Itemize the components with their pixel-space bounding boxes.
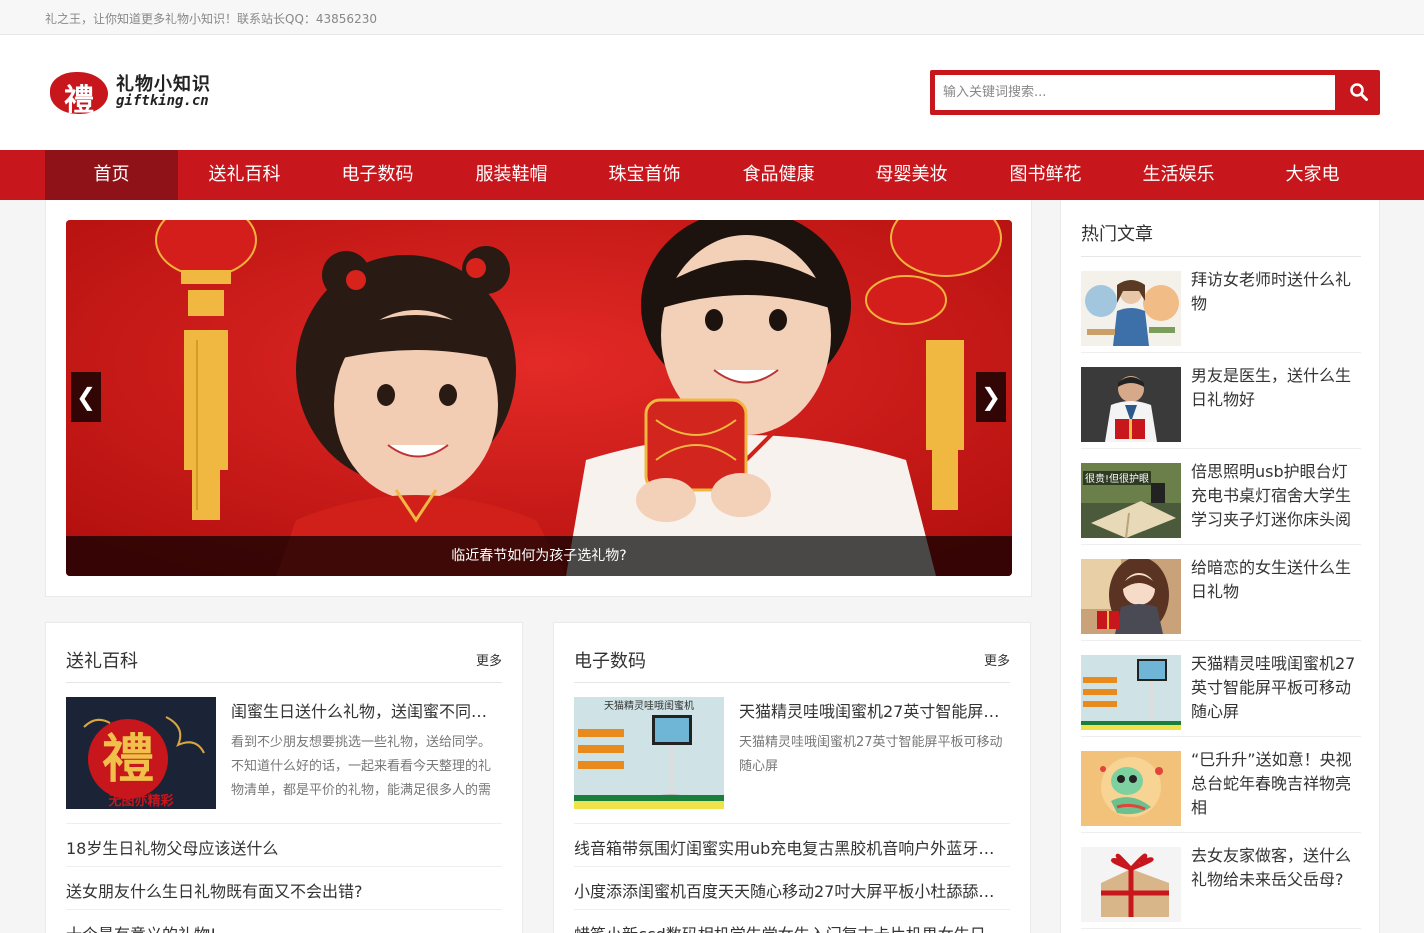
list-item[interactable]: 线音箱带氛围灯闺蜜实用ub充电复古黑胶机音响户外蓝牙连接 <box>574 835 1010 859</box>
nav-item-electronics[interactable]: 电子数码 <box>311 150 444 200</box>
list-item[interactable]: 十个最有意义的礼物! <box>66 921 502 933</box>
hot-article-thumbnail[interactable] <box>1081 847 1181 922</box>
slide-caption[interactable]: 临近春节如何为孩子选礼物? <box>66 536 1012 576</box>
placeholder-text: 无图亦精彩 <box>107 793 173 809</box>
placeholder-seal-char: 禮 <box>102 729 154 790</box>
divider <box>574 682 1010 683</box>
sidebar-hot-articles: 热门文章 拜访女老师时送什么礼物 男友是医生，送什么生日礼物好 很贵!但很护眼 … <box>1060 200 1380 933</box>
hot-article-thumbnail[interactable] <box>1081 751 1181 826</box>
slide-banner[interactable]: ❮ ❯ 临近春节如何为孩子选礼物? <box>66 220 1012 576</box>
hot-article-thumbnail[interactable] <box>1081 559 1181 634</box>
nav-item-gift-wiki[interactable]: 送礼百科 <box>178 150 311 200</box>
hot-article-item[interactable]: 很贵!但很护眼 倍思照明usb护眼台灯充电书桌灯宿舍大学生学习夹子灯迷你床头阅读… <box>1081 449 1361 545</box>
search-box <box>930 70 1380 115</box>
panel-title: 送礼百科 <box>66 651 138 672</box>
search-button[interactable] <box>1340 75 1378 110</box>
list-item[interactable]: 小度添添闺蜜机百度天天随心移动27吋大屏平板小杜舔舔电视 <box>574 878 1010 902</box>
sidebar-title: 热门文章 <box>1081 224 1153 245</box>
slide-image <box>66 220 1012 576</box>
main-nav: 首页 送礼百科 电子数码 服装鞋帽 珠宝首饰 食品健康 母婴美妆 图书鲜花 生活… <box>0 150 1424 200</box>
hot-article-item[interactable]: “巳升升”送如意！央视总台蛇年春晚吉祥物亮相 <box>1081 737 1361 833</box>
hot-article-title[interactable]: 给暗恋的女生送什么生日礼物 <box>1191 556 1361 604</box>
hot-article-thumbnail[interactable]: 很贵!但很护眼 <box>1081 463 1181 538</box>
nav-item-apparel[interactable]: 服装鞋帽 <box>445 150 578 200</box>
hot-article-title[interactable]: 天猫精灵哇哦闺蜜机27英寸智能屏平板可移动随心屏 <box>1191 652 1361 724</box>
nav-item-jewelry[interactable]: 珠宝首饰 <box>578 150 711 200</box>
featured-title[interactable]: 闺蜜生日送什么礼物，送闺蜜不同价位的礼物清单 <box>231 698 496 722</box>
divider <box>66 866 502 867</box>
nav-item-books-flowers[interactable]: 图书鲜花 <box>979 150 1112 200</box>
nav-item-food-health[interactable]: 食品健康 <box>712 150 845 200</box>
featured-placeholder-image: 禮 无图亦精彩 <box>66 697 216 809</box>
hot-article-item[interactable]: 给暗恋的女生送什么生日礼物 <box>1081 545 1361 641</box>
divider <box>66 682 502 683</box>
hot-article-thumbnail[interactable] <box>1081 271 1181 346</box>
hot-article-title[interactable]: 男友是医生，送什么生日礼物好 <box>1191 364 1361 412</box>
hot-article-title[interactable]: 拜访女老师时送什么礼物 <box>1191 268 1361 316</box>
nav-item-appliances[interactable]: 大家电 <box>1246 150 1379 200</box>
list-item[interactable]: 蜡笔小新ccd数码相机学生党女生入门复古卡片机男女生日礼物 <box>574 921 1010 933</box>
featured-thumbnail[interactable]: 天猫精灵哇哦闺蜜机 <box>574 697 724 809</box>
hot-article-item[interactable]: 天猫精灵哇哦闺蜜机27英寸智能屏平板可移动随心屏 <box>1081 641 1361 737</box>
logo-seal-icon: 禮 <box>50 72 108 118</box>
featured-description: 看到不少朋友想要挑选一些礼物，送给同学。不知道什么好的话，一起来看看今天整理的礼… <box>231 735 492 798</box>
hot-article-item[interactable]: 男友是医生，送什么生日礼物好 <box>1081 353 1361 449</box>
hot-article-thumbnail[interactable] <box>1081 655 1181 730</box>
divider <box>574 823 1010 824</box>
panel-electronics: 电子数码 更多 天猫精灵哇哦闺蜜机 天猫精灵哇哦闺蜜机27英寸智能屏平板可移动随… <box>553 622 1031 933</box>
featured-product-image: 天猫精灵哇哦闺蜜机 <box>574 697 724 809</box>
nav-item-baby-beauty[interactable]: 母婴美妆 <box>845 150 978 200</box>
divider <box>66 823 502 824</box>
divider <box>574 909 1010 910</box>
panel-title: 电子数码 <box>574 651 646 672</box>
slider-next-button[interactable]: ❯ <box>976 372 1006 422</box>
search-icon <box>1350 83 1368 101</box>
slider-prev-button[interactable]: ❮ <box>71 372 101 422</box>
product-image-text: 天猫精灵哇哦闺蜜机 <box>604 699 694 712</box>
panel-gift-wiki: 送礼百科 更多 禮 无图亦精彩 闺蜜生日送什么礼物，送闺蜜不同价位的礼物清单 看… <box>45 622 523 933</box>
hot-article-item[interactable]: 拜访女老师时送什么礼物 <box>1081 257 1361 353</box>
search-input[interactable] <box>935 75 1335 110</box>
logo-domain: giftking.cn <box>116 93 209 109</box>
panel-more-link[interactable]: 更多 <box>476 650 502 669</box>
hot-article-title[interactable]: “巳升升”送如意！央视总台蛇年春晚吉祥物亮相 <box>1191 748 1361 820</box>
divider <box>574 866 1010 867</box>
site-logo[interactable]: 禮 礼物小知识 giftking.cn <box>48 68 238 118</box>
hot-article-item[interactable]: 去女友家做客，送什么礼物给未来岳父岳母? <box>1081 833 1361 929</box>
lamp-thumb-text: 很贵!但很护眼 <box>1085 472 1149 485</box>
list-item[interactable]: 18岁生日礼物父母应该送什么 <box>66 835 502 859</box>
site-header: 禮 礼物小知识 giftking.cn <box>0 35 1424 150</box>
slider-panel: ❮ ❯ 临近春节如何为孩子选礼物? <box>45 200 1032 597</box>
divider <box>66 909 502 910</box>
list-item[interactable]: 送女朋友什么生日礼物既有面又不会出错? <box>66 878 502 902</box>
hot-article-title[interactable]: 去女友家做客，送什么礼物给未来岳父岳母? <box>1191 844 1361 892</box>
top-bar-text: 礼之王，让你知道更多礼物小知识！联系站长QQ：43856230 <box>45 12 377 26</box>
panel-more-link[interactable]: 更多 <box>984 650 1010 669</box>
featured-thumbnail[interactable]: 禮 无图亦精彩 <box>66 697 216 809</box>
nav-item-lifestyle[interactable]: 生活娱乐 <box>1112 150 1245 200</box>
top-bar: 礼之王，让你知道更多礼物小知识！联系站长QQ：43856230 <box>0 0 1424 35</box>
hot-article-thumbnail[interactable] <box>1081 367 1181 442</box>
featured-description: 天猫精灵哇哦闺蜜机27英寸智能屏平板可移动随心屏 <box>739 735 1003 774</box>
hot-article-title[interactable]: 倍思照明usb护眼台灯充电书桌灯宿舍大学生学习夹子灯迷你床头阅读灯 <box>1191 460 1361 532</box>
logo-seal-char: 禮 <box>64 83 94 118</box>
nav-item-home[interactable]: 首页 <box>45 150 178 200</box>
featured-title[interactable]: 天猫精灵哇哦闺蜜机27英寸智能屏平板可移动随心屏 <box>739 698 1004 722</box>
